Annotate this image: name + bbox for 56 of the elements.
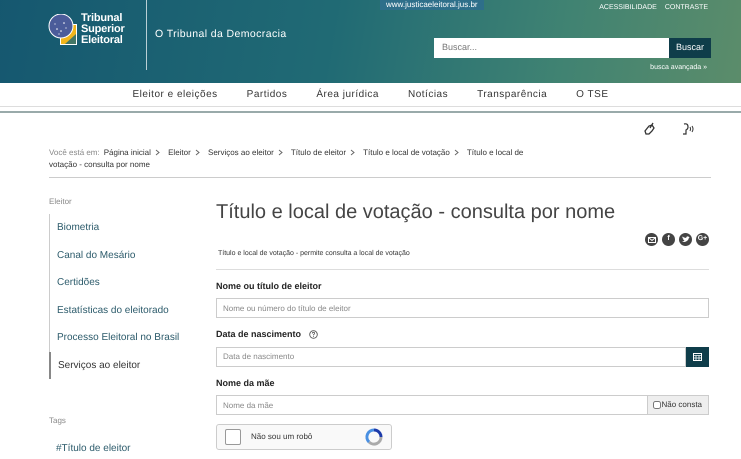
checkbox-label: Não consta [662, 399, 702, 411]
breadcrumb-link[interactable]: Título de eleitor [290, 148, 346, 157]
search-button[interactable]: Buscar [668, 38, 711, 58]
logo-text: Superior [81, 24, 125, 35]
sidebar-item[interactable]: Processo Eleitoral no Brasil [50, 324, 216, 352]
sidebar-item[interactable]: Estatísticas do eleitorado [50, 296, 216, 324]
chevron-icon [454, 149, 459, 156]
page-title: Título e local de votação - consulta por nome [216, 200, 616, 224]
search-field[interactable]: Buscar... [434, 38, 669, 58]
envelope-icon [648, 236, 656, 242]
input-field[interactable]: Nome da mãe [216, 395, 648, 415]
help-icon[interactable] [309, 330, 318, 340]
emblem-icon [48, 14, 78, 46]
chevron-icon [154, 149, 160, 156]
chevron-icon [194, 149, 200, 156]
field-label: Data de nascimento [216, 328, 302, 341]
chevron-icon [278, 149, 283, 156]
checkbox[interactable] [652, 401, 661, 409]
captcha-widget[interactable]: Não sou um robô [216, 424, 392, 450]
sidebar-heading: Eleitor [49, 196, 73, 208]
site-link[interactable]: www.justicaeleitoral.jus.br [380, 0, 484, 10]
breadcrumb-link[interactable]: Serviços ao eleitor [208, 148, 274, 157]
logo-text: Eleitoral [81, 35, 123, 46]
nav-link[interactable]: Transparência [477, 87, 548, 102]
audio-icon[interactable] [681, 122, 695, 136]
bird-icon [682, 236, 690, 243]
tags-heading: Tags [49, 415, 67, 427]
nav-link[interactable]: O TSE [576, 87, 608, 102]
email-share-button[interactable] [645, 233, 658, 246]
captcha-checkbox[interactable] [225, 429, 241, 445]
breadcrumb-current: votação - consulta por nome [49, 160, 150, 169]
sidebar-item[interactable]: Biometria [50, 214, 216, 242]
input-field[interactable]: Data de nascimento [216, 346, 686, 366]
field-label: Nome ou título de eleitor [216, 280, 322, 292]
nav-link[interactable]: Área jurídica [316, 87, 379, 102]
calendar-button[interactable] [686, 346, 709, 366]
logo-text: Tribunal [81, 13, 124, 24]
tag-link[interactable]: #Título de eleitor [49, 441, 216, 456]
nav-link[interactable]: Notícias [408, 87, 448, 102]
calendar-icon [692, 352, 702, 361]
input-field[interactable]: Nome ou número do título de eleitor [216, 298, 709, 318]
field-label: Nome da mãe [216, 376, 275, 390]
nav-link[interactable]: Partidos [246, 87, 288, 102]
recaptcha-icon [365, 428, 383, 446]
sidebar-item[interactable]: Certidões [50, 269, 216, 296]
breadcrumb-label: Você está em: [49, 148, 100, 157]
tagline: O Tribunal da Democracia [155, 27, 287, 42]
captcha-label: Não sou um robô [251, 431, 314, 443]
bird-share-button[interactable] [679, 233, 692, 246]
nav-link[interactable]: Eleitor e eleições [132, 87, 218, 102]
breadcrumb-link[interactable]: Página inicial [104, 148, 151, 157]
breadcrumb-current: Título e local de [466, 148, 524, 157]
breadcrumb-link[interactable]: Eleitor [168, 148, 191, 157]
sidebar-item[interactable]: Canal do Mesário [50, 242, 216, 269]
breadcrumb-link[interactable]: Título e local de votação [363, 148, 450, 157]
chevron-icon [350, 149, 356, 156]
